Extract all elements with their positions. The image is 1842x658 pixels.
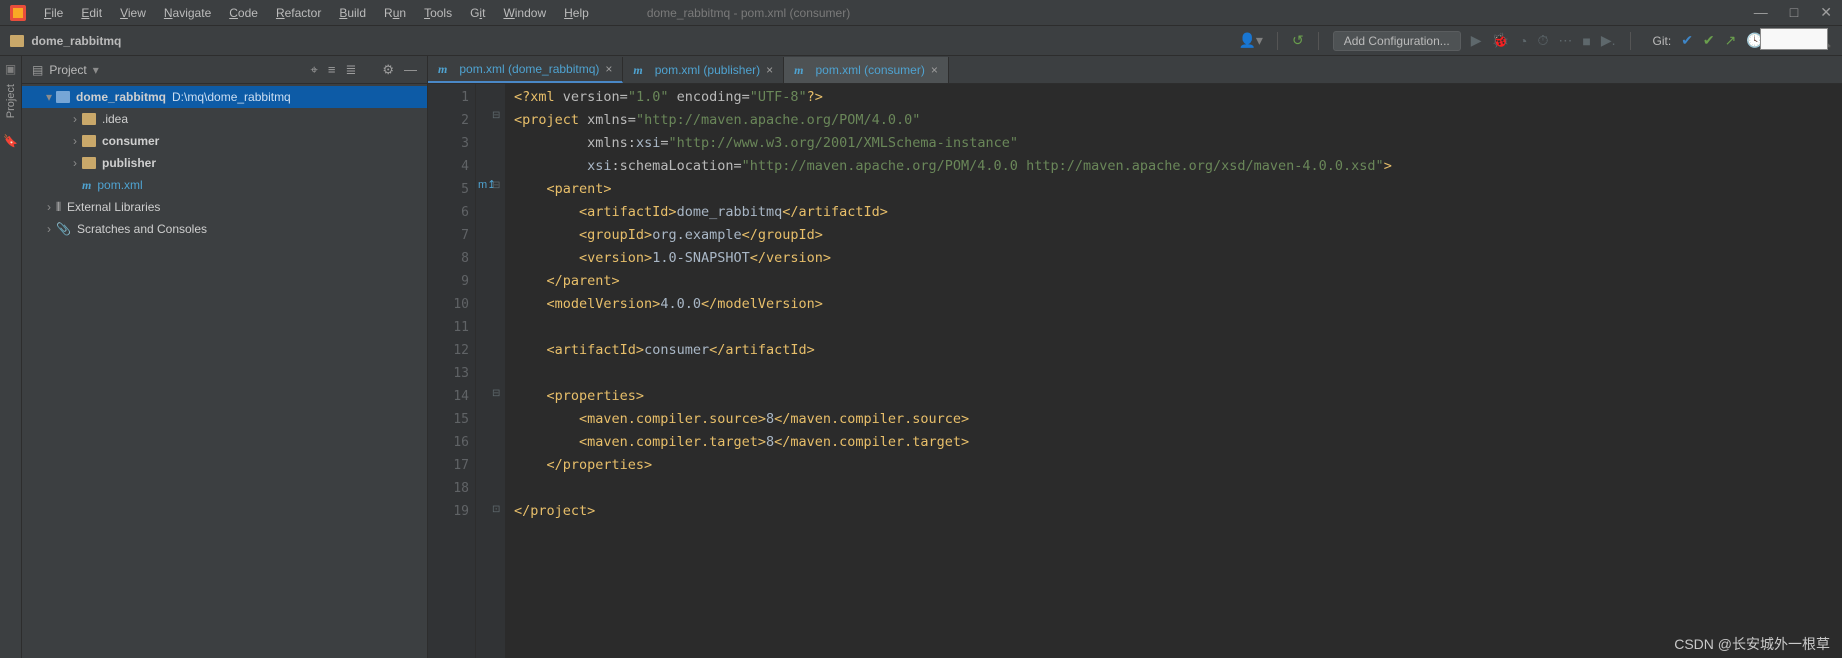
run-icon[interactable]: ▶ bbox=[1471, 32, 1482, 49]
menu-tools[interactable]: Tools bbox=[424, 6, 452, 20]
chevron-right-icon[interactable]: › bbox=[42, 222, 56, 236]
collapse-all-icon[interactable]: ≣ bbox=[345, 62, 356, 78]
rail-project-icon[interactable]: ▣ bbox=[5, 62, 16, 76]
close-tab-icon[interactable]: × bbox=[766, 63, 773, 77]
breadcrumb-project[interactable]: dome_rabbitmq bbox=[10, 34, 121, 48]
profile-icon[interactable]: ⏱ bbox=[1537, 32, 1548, 49]
panel-hide-icon[interactable]: — bbox=[404, 62, 417, 78]
navigation-bar: dome_rabbitmq 👤▾ ↺ Add Configuration... … bbox=[0, 26, 1842, 56]
editor-tabs: m pom.xml (dome_rabbitmq) × m pom.xml (p… bbox=[428, 56, 1842, 84]
menu-refactor[interactable]: Refactor bbox=[276, 6, 321, 20]
run-anything-icon[interactable]: ▶. bbox=[1601, 32, 1616, 49]
main-area: ▣ Project 🔖 ▤ Project ▾ ⌖ ≡ ≣ ⚙ — ▾ dome… bbox=[0, 56, 1842, 658]
menu-build[interactable]: Build bbox=[339, 6, 366, 20]
editor-body: 12345678910111213141516171819 m↥ ⊟ ⊟ ⊟ ⊡… bbox=[428, 84, 1842, 658]
project-panel-title[interactable]: Project bbox=[49, 63, 86, 77]
tab-pom-root[interactable]: m pom.xml (dome_rabbitmq) × bbox=[428, 57, 623, 83]
tab-pom-publisher[interactable]: m pom.xml (publisher) × bbox=[623, 57, 784, 83]
user-icon[interactable]: 👤▾ bbox=[1239, 32, 1263, 49]
tree-external-libraries[interactable]: › ⫴ External Libraries bbox=[22, 196, 427, 218]
module-icon bbox=[82, 135, 96, 147]
git-label: Git: bbox=[1653, 34, 1672, 48]
git-update-icon[interactable]: ✔ bbox=[1681, 32, 1693, 49]
menu-code[interactable]: Code bbox=[229, 6, 258, 20]
rail-project-label[interactable]: Project bbox=[5, 84, 17, 118]
tree-file-pom[interactable]: m pom.xml bbox=[22, 174, 427, 196]
left-tool-rail: ▣ Project 🔖 bbox=[0, 56, 22, 658]
module-icon bbox=[82, 157, 96, 169]
chevron-right-icon[interactable]: › bbox=[68, 112, 82, 126]
select-opened-file-icon[interactable]: ⌖ bbox=[311, 62, 318, 78]
stop-icon[interactable]: ■ bbox=[1582, 33, 1590, 49]
project-tree[interactable]: ▾ dome_rabbitmq D:\mq\dome_rabbitmq › .i… bbox=[22, 84, 427, 658]
code-editor[interactable]: <?xml version="1.0" encoding="UTF-8"?> <… bbox=[506, 84, 1842, 658]
debug-icon[interactable]: 🐞 bbox=[1492, 32, 1509, 49]
add-configuration-button[interactable]: Add Configuration... bbox=[1333, 31, 1461, 51]
tree-module-publisher[interactable]: › publisher bbox=[22, 152, 427, 174]
menu-bar: File Edit View Navigate Code Refactor Bu… bbox=[0, 0, 1842, 26]
window-title: dome_rabbitmq - pom.xml (consumer) bbox=[647, 6, 850, 20]
menu-edit[interactable]: Edit bbox=[81, 6, 102, 20]
menu-git[interactable]: Git bbox=[470, 6, 485, 20]
close-tab-icon[interactable]: × bbox=[605, 62, 612, 76]
maven-file-icon: m bbox=[82, 178, 91, 193]
minimize-icon[interactable]: — bbox=[1754, 4, 1768, 21]
scratches-icon: 📎 bbox=[56, 222, 71, 236]
chevron-right-icon[interactable]: › bbox=[68, 156, 82, 170]
maven-file-icon: m bbox=[633, 63, 642, 78]
watermark-text: CSDN @长安城外一根草 bbox=[1674, 634, 1830, 654]
maven-file-icon: m bbox=[794, 63, 803, 78]
tab-pom-consumer[interactable]: m pom.xml (consumer) × bbox=[784, 57, 949, 83]
maximize-icon[interactable]: □ bbox=[1790, 4, 1798, 21]
project-tool-window: ▤ Project ▾ ⌖ ≡ ≣ ⚙ — ▾ dome_rabbitmq D:… bbox=[22, 56, 428, 658]
git-push-icon[interactable]: ↗ bbox=[1725, 32, 1737, 49]
tree-module-consumer[interactable]: › consumer bbox=[22, 130, 427, 152]
project-view-chevron-icon[interactable]: ▾ bbox=[93, 63, 99, 77]
chevron-right-icon[interactable]: › bbox=[68, 134, 82, 148]
menu-run[interactable]: Run bbox=[384, 6, 406, 20]
menu-view[interactable]: View bbox=[120, 6, 146, 20]
menu-help[interactable]: Help bbox=[564, 6, 589, 20]
menu-window[interactable]: Window bbox=[503, 6, 546, 20]
folder-icon bbox=[10, 35, 24, 47]
line-number-gutter[interactable]: 12345678910111213141516171819 bbox=[428, 84, 476, 658]
expand-all-icon[interactable]: ≡ bbox=[328, 62, 336, 78]
menu-file[interactable]: File bbox=[44, 6, 63, 20]
editor-area: m pom.xml (dome_rabbitmq) × m pom.xml (p… bbox=[428, 56, 1842, 658]
rail-bookmark-icon[interactable]: 🔖 bbox=[3, 134, 18, 148]
project-icon bbox=[56, 91, 70, 103]
build-hammer-icon[interactable]: ↺ bbox=[1292, 32, 1304, 49]
chevron-right-icon[interactable]: › bbox=[42, 200, 56, 214]
tree-root-project[interactable]: ▾ dome_rabbitmq D:\mq\dome_rabbitmq bbox=[22, 86, 427, 108]
app-logo-icon bbox=[10, 5, 26, 21]
libraries-icon: ⫴ bbox=[56, 200, 61, 215]
coverage-icon[interactable]: ◔ bbox=[1519, 33, 1527, 49]
maven-file-icon: m bbox=[438, 62, 447, 77]
project-panel-header: ▤ Project ▾ ⌖ ≡ ≣ ⚙ — bbox=[22, 56, 427, 84]
tree-folder-idea[interactable]: › .idea bbox=[22, 108, 427, 130]
attach-icon[interactable]: ⋯ bbox=[1558, 32, 1572, 49]
chevron-down-icon[interactable]: ▾ bbox=[42, 90, 56, 104]
fold-gutter[interactable]: m↥ ⊟ ⊟ ⊟ ⊡ bbox=[476, 84, 506, 658]
close-icon[interactable]: ✕ bbox=[1820, 4, 1832, 21]
close-tab-icon[interactable]: × bbox=[931, 63, 938, 77]
menu-navigate[interactable]: Navigate bbox=[164, 6, 211, 20]
git-commit-icon[interactable]: ✔ bbox=[1703, 32, 1715, 49]
project-view-icon: ▤ bbox=[32, 63, 43, 77]
tree-scratches[interactable]: › 📎 Scratches and Consoles bbox=[22, 218, 427, 240]
panel-settings-icon[interactable]: ⚙ bbox=[382, 62, 394, 78]
folder-icon bbox=[82, 113, 96, 125]
